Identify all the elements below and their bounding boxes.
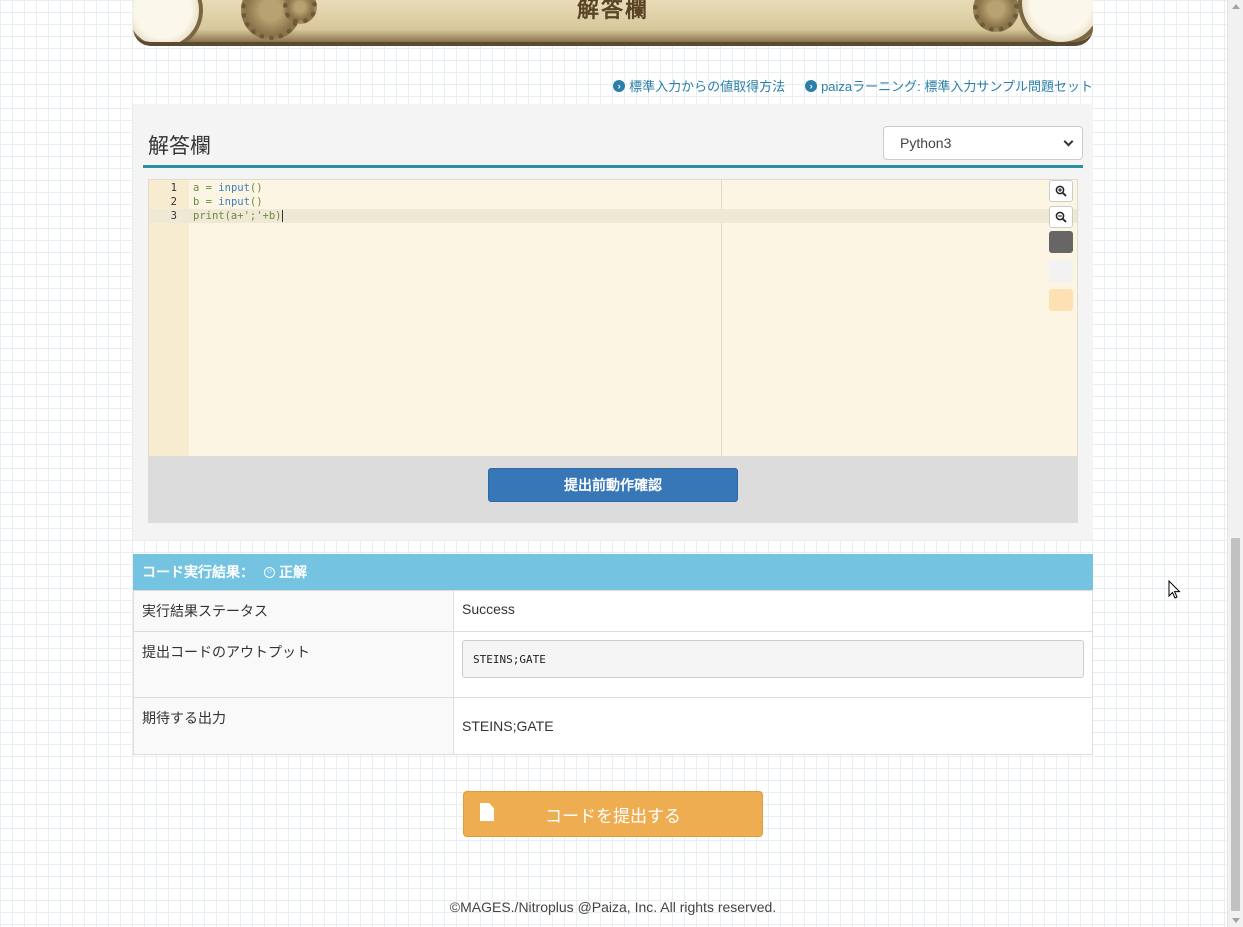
output-value: STEINS;GATE — [462, 640, 1084, 678]
zoom-in-button[interactable] — [1049, 180, 1073, 202]
link-label: 標準入力からの値取得方法 — [629, 79, 786, 94]
action-bar: 提出前動作確認 — [148, 457, 1078, 523]
line-number: 1 — [170, 182, 177, 194]
chevron-down-icon — [1063, 136, 1074, 146]
page-scrollbar[interactable] — [1227, 0, 1243, 927]
code-line: 2 b = input() — [149, 195, 1077, 209]
zoom-out-icon — [1055, 211, 1067, 223]
arrow-circle-icon: › — [613, 79, 626, 92]
execution-result: コード実行結果： ☺ 正解 実行結果ステータス Success 提出コードのアウ… — [133, 554, 1093, 755]
arrow-circle-icon: › — [805, 79, 818, 92]
answer-panel: 解答欄 Python3 1 a = input() 2 b = input() … — [133, 104, 1093, 540]
code-text: print(a+';'+b) — [193, 210, 283, 222]
status-label: 実行結果ステータス — [133, 590, 454, 632]
smiley-icon: ☺ — [264, 566, 275, 578]
sample-problems-link[interactable]: › paizaラーニング: 標準入力サンプル問題セット — [805, 76, 1093, 95]
copyright: ©MAGES./Nitroplus @Paiza, Inc. All right… — [449, 899, 777, 915]
zoom-in-icon — [1055, 185, 1067, 197]
output-label: 提出コードのアウトプット — [133, 631, 454, 698]
scroll-up-arrow-icon[interactable] — [1232, 4, 1240, 9]
code-editor[interactable]: 1 a = input() 2 b = input() 3 print(a+';… — [148, 179, 1078, 457]
scroll-thumb[interactable] — [1231, 538, 1240, 911]
scroll-down-arrow-icon[interactable] — [1232, 918, 1240, 923]
line-number: 3 — [170, 210, 177, 222]
table-row: 提出コードのアウトプット STEINS;GATE — [133, 631, 1093, 698]
answer-header: 解答欄 Python3 — [143, 124, 1083, 168]
link-label: paizaラーニング: 標準入力サンプル問題セット — [821, 79, 1093, 94]
table-row: 期待する出力 STEINS;GATE — [133, 697, 1093, 755]
mouse-cursor-icon — [1168, 580, 1181, 599]
result-header: コード実行結果： ☺ 正解 — [133, 554, 1093, 590]
zoom-out-button[interactable] — [1049, 206, 1073, 228]
code-line: 1 a = input() — [149, 181, 1077, 195]
expected-label: 期待する出力 — [133, 697, 454, 755]
header-banner: 解答欄 — [133, 0, 1093, 46]
line-number: 2 — [170, 196, 177, 208]
result-heading: コード実行結果： — [142, 564, 254, 580]
expected-value: STEINS;GATE — [453, 697, 1093, 755]
output-cell: STEINS;GATE — [453, 631, 1093, 698]
help-links: › 標準入力からの値取得方法 › paizaラーニング: 標準入力サンプル問題セ… — [613, 76, 1093, 95]
result-verdict: 正解 — [279, 564, 307, 580]
banner-title: 解答欄 — [576, 0, 649, 23]
code-text: a = input() — [193, 182, 263, 194]
code-line-active: 3 print(a+';'+b) — [149, 209, 1077, 223]
status-value: Success — [453, 590, 1093, 632]
file-icon — [480, 803, 494, 821]
dark-theme-swatch[interactable] — [1049, 231, 1073, 253]
result-table: 実行結果ステータス Success 提出コードのアウトプット STEINS;GA… — [133, 590, 1093, 755]
language-select[interactable]: Python3 — [883, 126, 1083, 160]
table-row: 実行結果ステータス Success — [133, 590, 1093, 632]
text-cursor — [281, 210, 283, 222]
pre-submit-check-button[interactable]: 提出前動作確認 — [488, 468, 738, 502]
stdin-howto-link[interactable]: › 標準入力からの値取得方法 — [613, 76, 785, 95]
light-theme-swatch[interactable] — [1049, 260, 1073, 282]
code-text: b = input() — [193, 196, 263, 208]
submit-code-button[interactable]: コードを提出する — [463, 791, 763, 837]
language-value: Python3 — [900, 135, 952, 151]
cream-theme-swatch[interactable] — [1049, 289, 1073, 311]
submit-label: コードを提出する — [545, 806, 681, 826]
answer-title: 解答欄 — [148, 135, 211, 158]
